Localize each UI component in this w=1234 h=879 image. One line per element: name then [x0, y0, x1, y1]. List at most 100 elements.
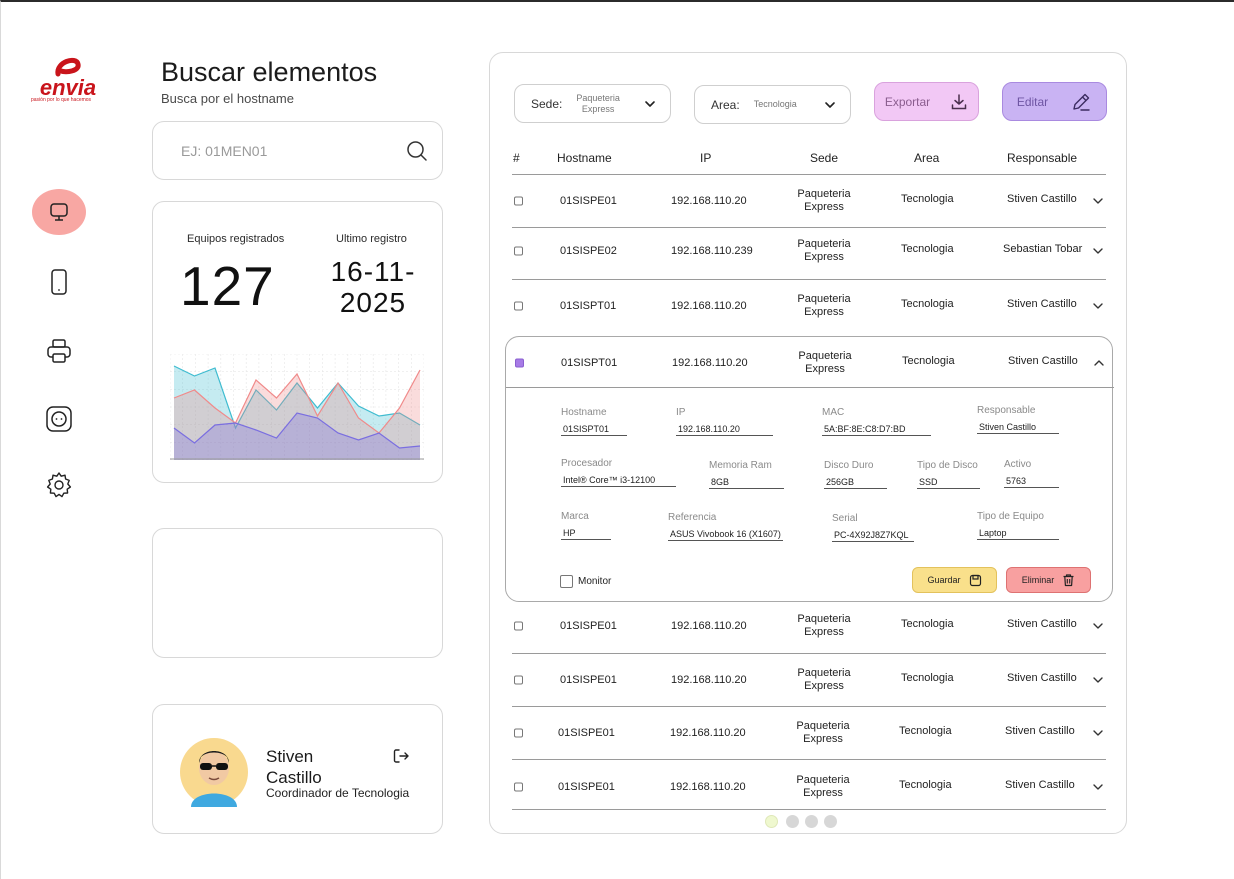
field-ip[interactable]: IP 192.168.110.20 — [676, 407, 773, 436]
row-sede-line2: Express — [804, 626, 844, 638]
export-button[interactable]: Exportar — [874, 82, 979, 121]
row-hostname: 01SISPE01 — [560, 620, 617, 632]
row-hostname: 01SISPE01 — [560, 195, 617, 207]
nav-computers[interactable] — [32, 189, 86, 235]
chevron-up-icon[interactable] — [1093, 357, 1105, 369]
last-record-date-line1: 16-11- — [330, 256, 416, 287]
field-hostname-value[interactable]: 01SISPT01 — [561, 420, 627, 436]
logout-icon[interactable] — [392, 747, 410, 765]
row-checkbox[interactable] — [514, 782, 523, 792]
monitor-checkbox-box[interactable] — [560, 575, 573, 588]
edit-button[interactable]: Editar — [1002, 82, 1107, 121]
search-icon[interactable] — [406, 140, 428, 162]
table-row[interactable]: 01SISPE01 192.168.110.20 Paqueteria Expre… — [490, 767, 1128, 807]
sede-filter-value-line2: Express — [581, 103, 615, 114]
field-activo-value[interactable]: 5763 — [1004, 472, 1059, 488]
row-checkbox[interactable] — [514, 728, 523, 738]
row-checkbox[interactable] — [514, 675, 523, 685]
row-sede-line1: Paqueteria — [797, 237, 851, 250]
row-area: Tecnologia — [899, 725, 952, 737]
row-checkbox[interactable] — [514, 196, 523, 206]
row-sede-line2: Express — [803, 787, 843, 799]
field-procesador[interactable]: Procesador Intel® Core™ i3-12100 — [561, 458, 676, 487]
delete-button[interactable]: Eliminar — [1006, 567, 1091, 593]
search-input[interactable] — [181, 142, 406, 159]
page-dot-4[interactable] — [824, 815, 837, 828]
last-record-date: 16-11- 2025 — [323, 256, 423, 319]
row-responsable: Stiven Castillo — [1007, 618, 1077, 630]
field-hostname[interactable]: Hostname 01SISPT01 — [561, 407, 627, 436]
page-dot-3[interactable] — [805, 815, 818, 828]
nav-tablets[interactable] — [32, 259, 86, 305]
row-checkbox-checked[interactable] — [515, 358, 524, 368]
page-subtitle: Busca por el hostname — [161, 91, 294, 106]
field-responsable-value[interactable]: Stiven Castillo — [977, 418, 1059, 434]
col-responsable[interactable]: Responsable — [1007, 151, 1077, 165]
user-role: Coordinador de Tecnologia — [266, 786, 410, 800]
monitor-icon — [50, 203, 68, 221]
table-row[interactable]: 01SISPT01 192.168.110.20 Paqueteria Expre… — [491, 343, 1129, 383]
empty-panel — [152, 528, 443, 658]
table-row[interactable]: 01SISPE02 192.168.110.239 Paqueteria Expr… — [490, 231, 1128, 271]
field-tipo-equipo[interactable]: Tipo de Equipo Laptop — [977, 511, 1059, 540]
table-row[interactable]: 01SISPE01 192.168.110.20 Paqueteria Expre… — [490, 713, 1128, 753]
save-button[interactable]: Guardar — [912, 567, 997, 593]
row-checkbox[interactable] — [514, 301, 523, 311]
chevron-down-icon[interactable] — [1092, 300, 1104, 312]
field-marca[interactable]: Marca HP — [561, 511, 611, 540]
row-ip: 192.168.110.20 — [671, 674, 747, 686]
chevron-down-icon[interactable] — [1092, 620, 1104, 632]
row-hostname: 01SISPE02 — [560, 245, 617, 257]
field-tipo-disco-value[interactable]: SSD — [917, 473, 980, 489]
field-serial-value[interactable]: PC-4X92J8Z7KQL — [832, 526, 914, 542]
field-marca-value[interactable]: HP — [561, 524, 611, 540]
col-sede[interactable]: Sede — [810, 151, 838, 165]
table-row[interactable]: 01SISPE01 192.168.110.20 Paqueteria Expre… — [490, 606, 1128, 646]
chevron-down-icon[interactable] — [1092, 781, 1104, 793]
printer-icon — [47, 339, 71, 363]
field-mac[interactable]: MAC 5A:BF:8E:C8:D7:BD — [822, 407, 931, 436]
page-dot-1[interactable] — [765, 815, 778, 828]
table-row[interactable]: 01SISPE01 192.168.110.20 Paqueteria Expre… — [490, 181, 1128, 221]
field-serial[interactable]: Serial PC-4X92J8Z7KQL — [832, 513, 914, 542]
area-filter[interactable]: Area: Tecnologia — [694, 85, 851, 124]
col-ip[interactable]: IP — [700, 151, 711, 165]
col-hostname[interactable]: Hostname — [557, 151, 612, 165]
row-checkbox[interactable] — [514, 246, 523, 256]
envia-logo-mark: envia — [40, 57, 96, 98]
export-button-label: Exportar — [884, 94, 931, 109]
table-row[interactable]: 01SISPE01 192.168.110.20 Paqueteria Expre… — [490, 660, 1128, 700]
nav-settings[interactable] — [32, 462, 86, 508]
sede-filter[interactable]: Sede: Paqueteria Express — [514, 84, 671, 123]
field-disco[interactable]: Disco Duro 256GB — [824, 460, 887, 489]
field-mac-value[interactable]: 5A:BF:8E:C8:D7:BD — [822, 420, 931, 436]
monitor-checkbox[interactable]: Monitor — [560, 575, 611, 588]
page-dot-2[interactable] — [786, 815, 799, 828]
field-ip-value[interactable]: 192.168.110.20 — [676, 420, 773, 436]
field-tipo-equipo-value[interactable]: Laptop — [977, 524, 1059, 540]
field-disco-value[interactable]: 256GB — [824, 473, 887, 489]
field-responsable-label: Responsable — [977, 405, 1036, 416]
field-tipo-disco[interactable]: Tipo de Disco SSD — [917, 460, 980, 489]
chevron-down-icon[interactable] — [1092, 727, 1104, 739]
nav-printers[interactable] — [32, 328, 86, 374]
table-row[interactable]: 01SISPT01 192.168.110.20 Paqueteria Expre… — [490, 286, 1128, 326]
chevron-down-icon[interactable] — [1092, 674, 1104, 686]
field-referencia-value[interactable]: ASUS Vivobook 16 (X1607) — [668, 525, 783, 541]
row-checkbox[interactable] — [514, 621, 523, 631]
field-activo[interactable]: Activo 5763 — [1004, 459, 1059, 488]
expanded-divider — [506, 387, 1114, 388]
row-hostname: 01SISPE01 — [558, 781, 615, 793]
user-first-name: Stiven — [266, 747, 314, 766]
col-area[interactable]: Area — [914, 151, 939, 165]
nav-devices[interactable] — [32, 396, 86, 442]
field-referencia[interactable]: Referencia ASUS Vivobook 16 (X1607) — [668, 512, 783, 541]
field-ram[interactable]: Memoria Ram 8GB — [709, 460, 784, 489]
field-responsable[interactable]: Responsable Stiven Castillo — [977, 405, 1059, 434]
expanded-row: 01SISPT01 192.168.110.20 Paqueteria Expre… — [505, 336, 1114, 602]
field-ram-value[interactable]: 8GB — [709, 473, 784, 489]
row-sede-line1: Paqueteria — [796, 719, 850, 732]
chevron-down-icon[interactable] — [1092, 195, 1104, 207]
field-procesador-value[interactable]: Intel® Core™ i3-12100 — [561, 471, 676, 487]
chevron-down-icon[interactable] — [1092, 245, 1104, 257]
